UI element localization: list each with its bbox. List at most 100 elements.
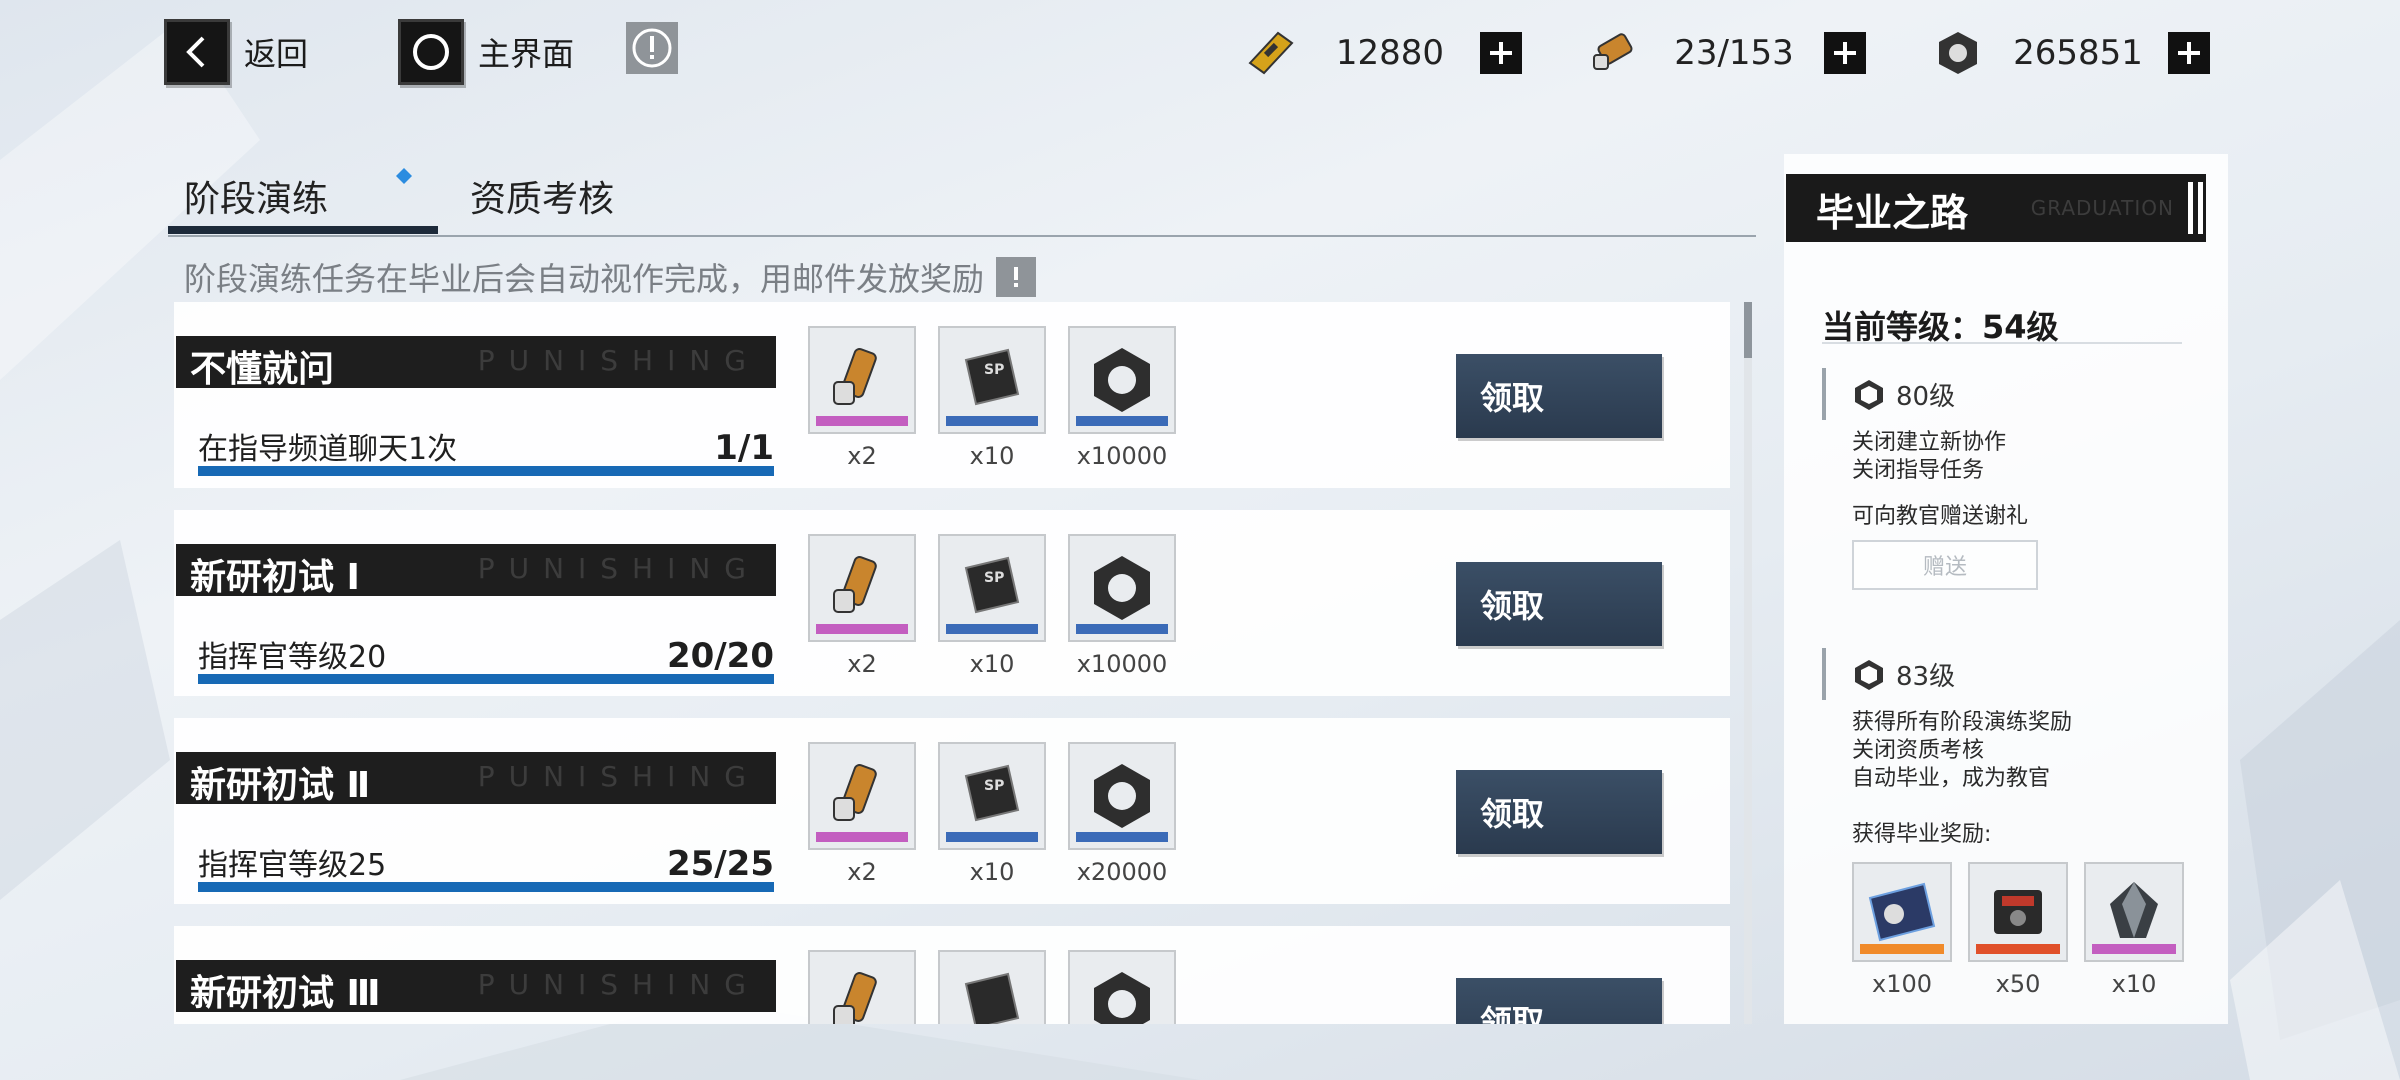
exclamation-circle-icon [632, 28, 672, 68]
resource-nut: 265851 [1928, 22, 2210, 84]
task-progress: 1/1 [714, 428, 774, 468]
task-title-bar: PUNISHING 新研初试 Ⅲ [176, 960, 776, 1014]
character-card-icon [1868, 882, 1936, 942]
chevron-left-icon [164, 19, 230, 85]
claim-button[interactable]: 领取 [1456, 770, 1662, 854]
nut-value: 265851 [2013, 33, 2143, 73]
task-title-bar: PUNISHING 新研初试 Ⅱ [176, 752, 776, 806]
hex-nut-icon [1094, 764, 1150, 828]
reward-count: x2 [847, 858, 877, 886]
notice-row: 阶段演练任务在毕业后会自动视作完成，用邮件发放奖励 [184, 254, 1037, 300]
reward-count: x2 [847, 442, 877, 470]
reward-count: x100 [1871, 970, 1932, 998]
reward-item[interactable]: SP x10 [938, 534, 1046, 678]
progress-bar [198, 882, 774, 892]
battery-icon [1584, 23, 1644, 83]
grad-reward-item[interactable]: x10 [2084, 862, 2184, 998]
watermark-text: PUNISHING [477, 760, 760, 793]
tab-stage-drill[interactable]: 阶段演练 [184, 170, 328, 222]
add-gold-button[interactable] [1480, 32, 1522, 74]
task-card: PUNISHING 新研初试 Ⅰ 指挥官等级20 20/20 x2 SP x10… [174, 510, 1730, 696]
plus-icon [1490, 42, 1512, 64]
back-label: 返回 [244, 35, 309, 73]
task-title: 新研初试 Ⅲ [190, 973, 381, 1014]
grad-reward-item[interactable]: x100 [1852, 862, 1952, 998]
milestone-level-text: 83级 [1896, 662, 1956, 692]
claim-button[interactable]: 领取 [1456, 562, 1662, 646]
new-dot-icon [396, 168, 412, 184]
battery-icon [833, 764, 877, 821]
progress-bar [198, 674, 774, 684]
watermark-text: PUNISHING [477, 552, 760, 585]
reward-item[interactable] [938, 950, 1046, 1024]
energy-value: 23/153 [1674, 33, 1794, 73]
task-desc: 指挥官等级20 [198, 640, 387, 675]
reward-item[interactable] [1068, 950, 1176, 1024]
task-desc: 在指导频道聊天1次 [198, 432, 458, 467]
milestone-marker [1822, 648, 1826, 700]
svg-text:SP: SP [984, 362, 1004, 378]
task-title-bar: PUNISHING 不懂就问 [176, 336, 776, 390]
exclamation-icon [1014, 267, 1019, 287]
milestone-80: 80级 关闭建立新协作 关闭指导任务 可向教官赠送谢礼 赠送 [1822, 364, 2212, 604]
task-title: 不懂就问 [190, 349, 335, 390]
task-list[interactable]: PUNISHING 不懂就问 在指导频道聊天1次 1/1 x2 SP x10 x… [174, 302, 1730, 1024]
reward-item[interactable]: x2 [808, 534, 916, 678]
plus-icon [1834, 42, 1856, 64]
milestone-extra: 获得毕业奖励: [1852, 822, 1992, 847]
home-button[interactable]: 主界面 [398, 19, 575, 85]
info-button[interactable] [626, 22, 678, 74]
notice-text: 阶段演练任务在毕业后会自动视作完成，用邮件发放奖励 [184, 260, 985, 298]
home-label: 主界面 [478, 35, 575, 73]
milestone-level-text: 80级 [1896, 382, 1956, 412]
task-card: PUNISHING 不懂就问 在指导频道聊天1次 1/1 x2 SP x10 x… [174, 302, 1730, 488]
back-button[interactable]: 返回 [164, 19, 309, 85]
grad-reward-item[interactable]: x50 [1968, 862, 2068, 998]
notice-info-button[interactable] [996, 257, 1037, 297]
header-bars-icon [2188, 182, 2203, 234]
task-card: PUNISHING 新研初试 Ⅲ 领取 [174, 926, 1730, 1024]
reward-item[interactable]: x2 [808, 326, 916, 470]
tab-qualification[interactable]: 资质考核 [470, 170, 614, 222]
claim-button[interactable]: 领取 [1456, 978, 1662, 1024]
sp-chip-icon: SP [964, 348, 1020, 406]
panel-title: 毕业之路 [1816, 191, 1969, 235]
milestone-extra: 可向教官赠送谢礼 [1852, 504, 2029, 529]
task-title-bar: PUNISHING 新研初试 Ⅰ [176, 544, 776, 598]
reward-item[interactable]: x2 [808, 742, 916, 886]
reward-item[interactable]: x10000 [1068, 326, 1176, 470]
task-list-scrollbar[interactable] [1744, 302, 1752, 1024]
reward-count: x10 [2111, 970, 2157, 998]
progress-fill [198, 882, 774, 892]
divider [1822, 342, 2182, 344]
hex-nut-icon [1094, 348, 1150, 412]
svg-text:SP: SP [984, 570, 1004, 586]
reward-item[interactable]: x10000 [1068, 534, 1176, 678]
reward-item[interactable] [808, 950, 916, 1024]
battery-icon [833, 348, 877, 405]
sp-chip-icon: SP [964, 764, 1020, 822]
sp-chip-icon [964, 972, 1020, 1024]
chip-box-icon [1994, 890, 2042, 934]
hexagon-icon [1855, 379, 1883, 410]
progress-fill [198, 674, 774, 684]
reward-count: x20000 [1076, 858, 1168, 886]
panel-subtitle: GRADUATION [2030, 196, 2174, 220]
add-nut-button[interactable] [2168, 32, 2210, 74]
hex-nut-icon [1094, 556, 1150, 620]
battery-icon [833, 556, 877, 613]
reward-count: x10000 [1076, 442, 1168, 470]
reward-count: x10 [969, 858, 1015, 886]
reward-item[interactable]: SP x10 [938, 742, 1046, 886]
task-progress: 25/25 [666, 844, 774, 884]
gold-card-icon [1240, 23, 1300, 83]
tabs-divider [168, 235, 1756, 237]
gift-button[interactable]: 赠送 [1852, 540, 2038, 590]
scroll-thumb[interactable] [1744, 302, 1752, 358]
claim-button[interactable]: 领取 [1456, 354, 1662, 438]
reward-count: x10 [969, 650, 1015, 678]
reward-item[interactable]: SP x10 [938, 326, 1046, 470]
add-energy-button[interactable] [1824, 32, 1866, 74]
reward-count: x50 [1995, 970, 2041, 998]
reward-item[interactable]: x20000 [1068, 742, 1176, 886]
